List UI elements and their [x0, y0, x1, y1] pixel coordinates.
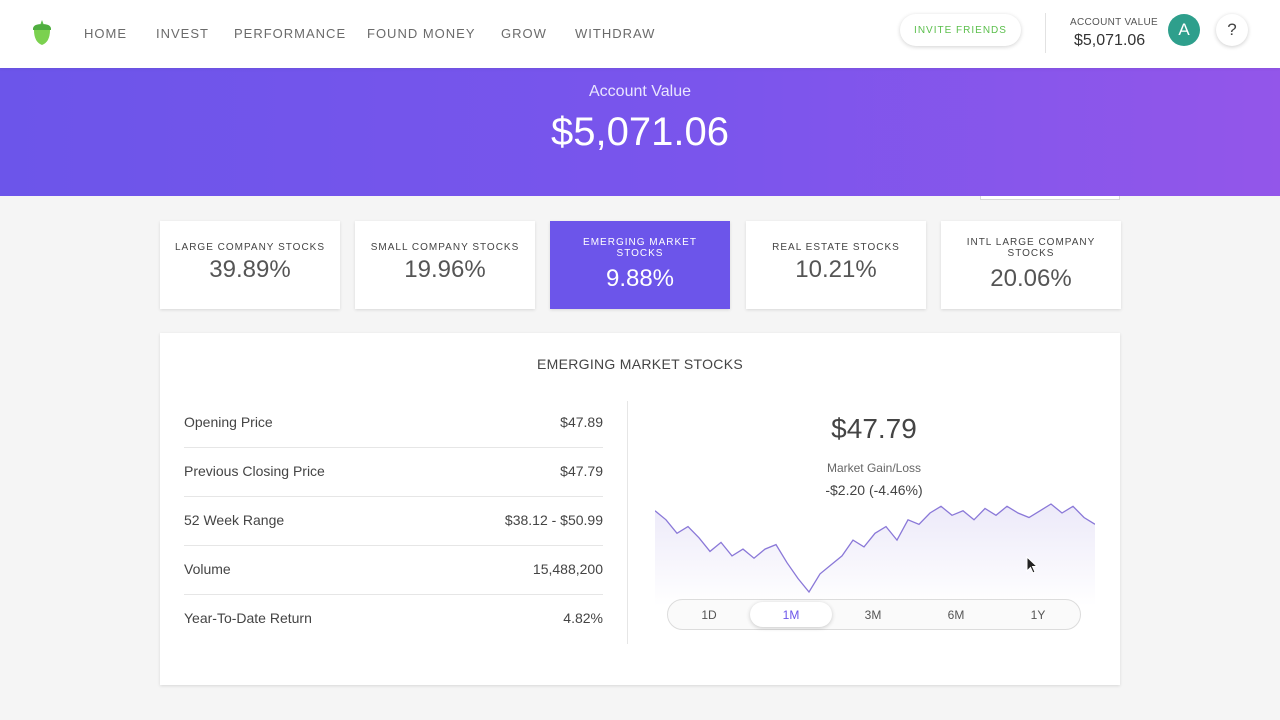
stat-row-ytd-return: Year-To-Date Return 4.82%: [184, 595, 603, 644]
stat-row-previous-close: Previous Closing Price $47.79: [184, 448, 603, 497]
stat-value: 15,488,200: [532, 561, 603, 577]
fund-card-value: 20.06%: [990, 265, 1072, 292]
range-1m-button[interactable]: 1M: [750, 602, 832, 627]
stat-value: $47.79: [560, 463, 603, 479]
panel-title: EMERGING MARKET STOCKS: [536, 356, 743, 372]
stat-label: Previous Closing Price: [184, 463, 325, 479]
fund-card-real-estate[interactable]: REAL ESTATE STOCKS 10.21%: [746, 221, 926, 309]
fund-card-value: 9.88%: [605, 265, 675, 292]
account-value-amount: $5,071.06: [1074, 32, 1146, 49]
price-chart: [655, 503, 1095, 606]
top-nav: HOME INVEST PERFORMANCE FOUND MONEY GROW…: [0, 0, 1280, 68]
stat-row-volume: Volume 15,488,200: [184, 546, 603, 595]
banner-label: Account Value: [589, 83, 691, 100]
fund-card-label: LARGE COMPANY STOCKS: [174, 242, 326, 253]
nav-divider: [1045, 13, 1046, 53]
stat-value: $47.89: [560, 414, 603, 430]
fund-card-value: 10.21%: [795, 256, 877, 283]
fund-card-emerging-market[interactable]: EMERGING MARKET STOCKS 9.88%: [550, 221, 730, 309]
help-icon[interactable]: ?: [1216, 14, 1248, 46]
fund-card-label: EMERGING MARKET STOCKS: [583, 237, 697, 259]
account-value-label: ACCOUNT VALUE: [1070, 17, 1158, 28]
invite-friends-button[interactable]: INVITE FRIENDS: [900, 14, 1021, 46]
range-3m-button[interactable]: 3M: [832, 602, 914, 627]
nav-withdraw[interactable]: WITHDRAW: [575, 26, 655, 41]
fund-card-label: REAL ESTATE STOCKS: [772, 242, 900, 253]
fund-card-small-company[interactable]: SMALL COMPANY STOCKS 19.96%: [355, 221, 535, 309]
fund-card-value: 39.89%: [209, 256, 291, 283]
fund-card-label: INTL LARGE COMPANY STOCKS: [966, 237, 1096, 259]
fund-card-intl-large-company[interactable]: INTL LARGE COMPANY STOCKS 20.06%: [941, 221, 1121, 309]
range-1y-button[interactable]: 1Y: [997, 602, 1079, 627]
stat-row-52-week-range: 52 Week Range $38.12 - $50.99: [184, 497, 603, 546]
nav-invest[interactable]: INVEST: [156, 26, 209, 41]
chart-area-fill: [655, 504, 1095, 606]
stat-label: Year-To-Date Return: [184, 610, 312, 626]
nav-found-money[interactable]: FOUND MONEY: [367, 26, 476, 41]
range-1d-button[interactable]: 1D: [668, 602, 750, 627]
stat-row-opening-price: Opening Price $47.89: [184, 399, 603, 448]
fund-card-value: 19.96%: [404, 256, 486, 283]
gain-loss-label: Market Gain/Loss: [826, 461, 922, 475]
nav-home[interactable]: HOME: [84, 26, 127, 41]
stat-label: 52 Week Range: [184, 512, 285, 528]
current-price: $47.79: [831, 413, 917, 444]
range-selector: 1D 1M 3M 6M 1Y: [667, 599, 1081, 630]
nav-grow[interactable]: GROW: [501, 26, 547, 41]
range-6m-button[interactable]: 6M: [915, 602, 997, 627]
nav-performance[interactable]: PERFORMANCE: [234, 26, 346, 41]
avatar[interactable]: A: [1168, 14, 1200, 46]
fund-detail-panel: EMERGING MARKET STOCKS Opening Price $47…: [160, 333, 1120, 685]
stat-value: $38.12 - $50.99: [504, 512, 603, 528]
stat-label: Opening Price: [184, 414, 273, 430]
fund-card-large-company[interactable]: LARGE COMPANY STOCKS 39.89%: [160, 221, 340, 309]
mouse-cursor-icon: [1026, 556, 1038, 574]
acorn-logo-icon[interactable]: [31, 20, 53, 46]
fund-card-label: SMALL COMPANY STOCKS: [370, 242, 520, 253]
stat-value: 4.82%: [563, 610, 603, 626]
stat-label: Volume: [184, 561, 231, 577]
banner-value: $5,071.06: [551, 110, 729, 154]
account-value-banner: Account Value $5,071.06: [0, 68, 1280, 196]
